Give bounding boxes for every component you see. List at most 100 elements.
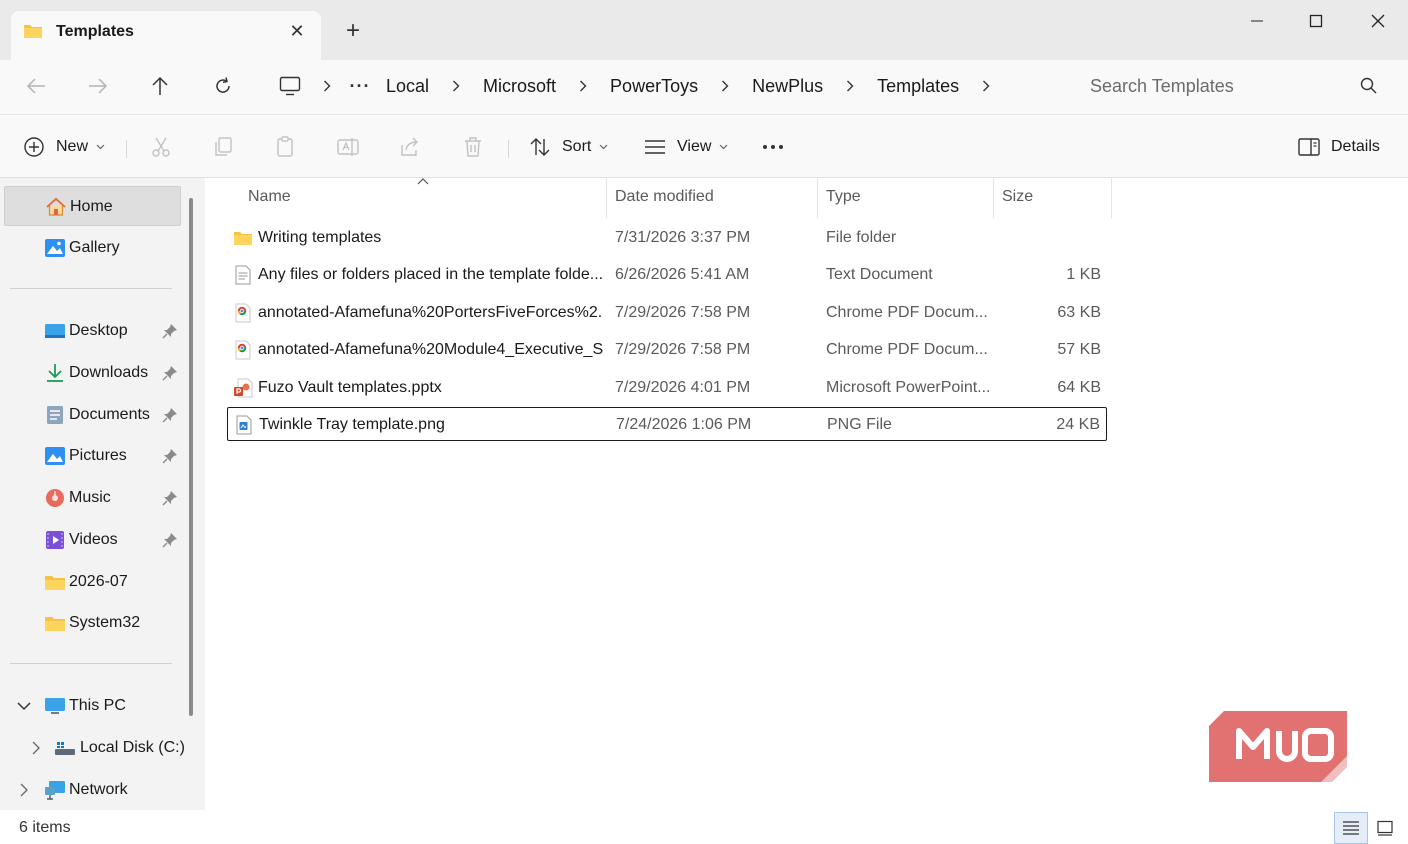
- paste-button[interactable]: [273, 131, 297, 163]
- breadcrumb-powertoys[interactable]: PowerToys: [600, 68, 708, 104]
- chevron-down-icon[interactable]: [16, 698, 32, 714]
- chevron-right-icon[interactable]: [16, 782, 32, 798]
- pc-icon: [45, 698, 65, 714]
- table-row[interactable]: Writing templates 7/31/2026 3:37 PM File…: [227, 221, 1107, 255]
- chevron-right-icon[interactable]: [969, 68, 1003, 104]
- sidebar-item-system32[interactable]: System32: [4, 603, 181, 643]
- toolbar-divider: [126, 140, 127, 158]
- sort-label: Sort: [562, 138, 592, 155]
- plus-icon[interactable]: +: [340, 18, 366, 44]
- pin-icon[interactable]: [162, 365, 178, 381]
- sidebar-item-local-disk[interactable]: Local Disk (C:): [4, 728, 185, 768]
- sidebar-item-network[interactable]: Network: [4, 770, 181, 810]
- maximize-button[interactable]: [1293, 8, 1339, 34]
- breadcrumb-overflow-button[interactable]: ···: [344, 76, 376, 97]
- file-date: 7/31/2026 3:37 PM: [615, 229, 751, 246]
- sort-button[interactable]: Sort: [528, 131, 608, 163]
- sidebar-item-2026-07[interactable]: 2026-07: [4, 562, 181, 602]
- chevron-right-icon[interactable]: [439, 68, 473, 104]
- file-name: Twinkle Tray template.png: [259, 416, 445, 433]
- file-date: 7/29/2026 7:58 PM: [615, 341, 751, 358]
- cut-button[interactable]: [149, 131, 173, 163]
- sidebar-item-this-pc[interactable]: This PC: [4, 686, 181, 726]
- share-button[interactable]: [398, 131, 422, 163]
- sidebar-item-downloads[interactable]: Downloads: [4, 353, 181, 393]
- gallery-icon: [45, 239, 65, 257]
- videos-icon: [46, 531, 64, 549]
- file-size: 63 KB: [1057, 304, 1101, 321]
- view-button[interactable]: View: [643, 131, 728, 163]
- up-button[interactable]: [142, 70, 178, 102]
- column-header-type[interactable]: Type: [826, 178, 861, 218]
- chevron-right-icon[interactable]: [833, 68, 867, 104]
- file-size: 57 KB: [1057, 341, 1101, 358]
- sidebar-item-videos[interactable]: Videos: [4, 520, 181, 560]
- chevron-right-icon[interactable]: [310, 68, 344, 104]
- table-row[interactable]: Fuzo Vault templates.pptx 7/29/2026 4:01…: [227, 371, 1107, 405]
- table-row[interactable]: Twinkle Tray template.png 7/24/2026 1:06…: [227, 407, 1107, 441]
- breadcrumb-local[interactable]: Local: [376, 68, 439, 104]
- delete-button[interactable]: [461, 131, 485, 163]
- rename-button[interactable]: [336, 131, 360, 163]
- view-label: View: [677, 138, 712, 155]
- pin-icon[interactable]: [162, 490, 178, 506]
- pin-icon[interactable]: [162, 323, 178, 339]
- new-button[interactable]: New: [22, 131, 105, 163]
- column-divider[interactable]: [1111, 178, 1112, 218]
- column-divider[interactable]: [606, 178, 607, 218]
- folder-icon: [45, 576, 65, 590]
- close-icon[interactable]: ✕: [286, 20, 308, 42]
- pin-icon[interactable]: [162, 532, 178, 548]
- breadcrumb-newplus[interactable]: NewPlus: [742, 68, 833, 104]
- monitor-icon[interactable]: [270, 68, 310, 104]
- chevron-right-icon[interactable]: [566, 68, 600, 104]
- column-divider[interactable]: [993, 178, 994, 218]
- clipboard-icon: [277, 136, 293, 157]
- chevron-down-icon: [719, 142, 728, 153]
- more-icon: [763, 145, 783, 149]
- close-icon: [1371, 14, 1385, 28]
- column-header-size[interactable]: Size: [1002, 178, 1033, 218]
- pin-icon[interactable]: [162, 448, 178, 464]
- status-bar: 6 items: [0, 810, 1408, 844]
- sidebar-item-music[interactable]: Music: [4, 478, 181, 518]
- file-size: 24 KB: [1056, 416, 1100, 433]
- details-button[interactable]: Details: [1297, 131, 1380, 163]
- search-input[interactable]: [1075, 68, 1395, 104]
- large-icons-view-button[interactable]: [1368, 812, 1402, 844]
- sidebar-item-pictures[interactable]: Pictures: [4, 436, 181, 476]
- search-icon[interactable]: [1359, 76, 1379, 96]
- tab-templates[interactable]: Templates ✕: [11, 11, 321, 60]
- column-header-name[interactable]: Name: [248, 178, 291, 218]
- close-window-button[interactable]: [1355, 8, 1401, 34]
- sidebar-divider: [10, 288, 172, 289]
- network-icon: [45, 781, 65, 800]
- file-type: PNG File: [827, 416, 892, 433]
- copy-button[interactable]: [211, 131, 235, 163]
- sidebar-item-documents[interactable]: Documents: [4, 395, 181, 435]
- sidebar-item-home[interactable]: Home: [4, 186, 181, 226]
- plus-circle-icon: [24, 137, 44, 157]
- toolbar-divider: [508, 140, 509, 158]
- more-options-button[interactable]: [761, 131, 785, 163]
- breadcrumb-templates[interactable]: Templates: [867, 68, 969, 104]
- forward-button[interactable]: [80, 70, 116, 102]
- column-header-date[interactable]: Date modified: [615, 178, 714, 218]
- sidebar-scrollbar[interactable]: [189, 198, 193, 716]
- sidebar-item-gallery[interactable]: Gallery: [4, 228, 181, 268]
- back-button[interactable]: [18, 70, 54, 102]
- table-row[interactable]: annotated-Afamefuna%20Module4_Executive_…: [227, 333, 1107, 367]
- column-divider[interactable]: [817, 178, 818, 218]
- table-row[interactable]: annotated-Afamefuna%20PortersFiveForces%…: [227, 296, 1107, 330]
- minimize-button[interactable]: [1234, 8, 1280, 34]
- command-bar: New Sort View Details: [0, 116, 1408, 178]
- chevron-right-icon[interactable]: [28, 740, 44, 756]
- details-view-button[interactable]: [1334, 812, 1368, 844]
- sidebar-item-desktop[interactable]: Desktop: [4, 311, 181, 351]
- pin-icon[interactable]: [162, 407, 178, 423]
- chevron-right-icon[interactable]: [708, 68, 742, 104]
- table-row[interactable]: Any files or folders placed in the templ…: [227, 258, 1107, 292]
- file-name: Any files or folders placed in the templ…: [258, 266, 603, 283]
- breadcrumb-microsoft[interactable]: Microsoft: [473, 68, 566, 104]
- refresh-button[interactable]: [205, 70, 241, 102]
